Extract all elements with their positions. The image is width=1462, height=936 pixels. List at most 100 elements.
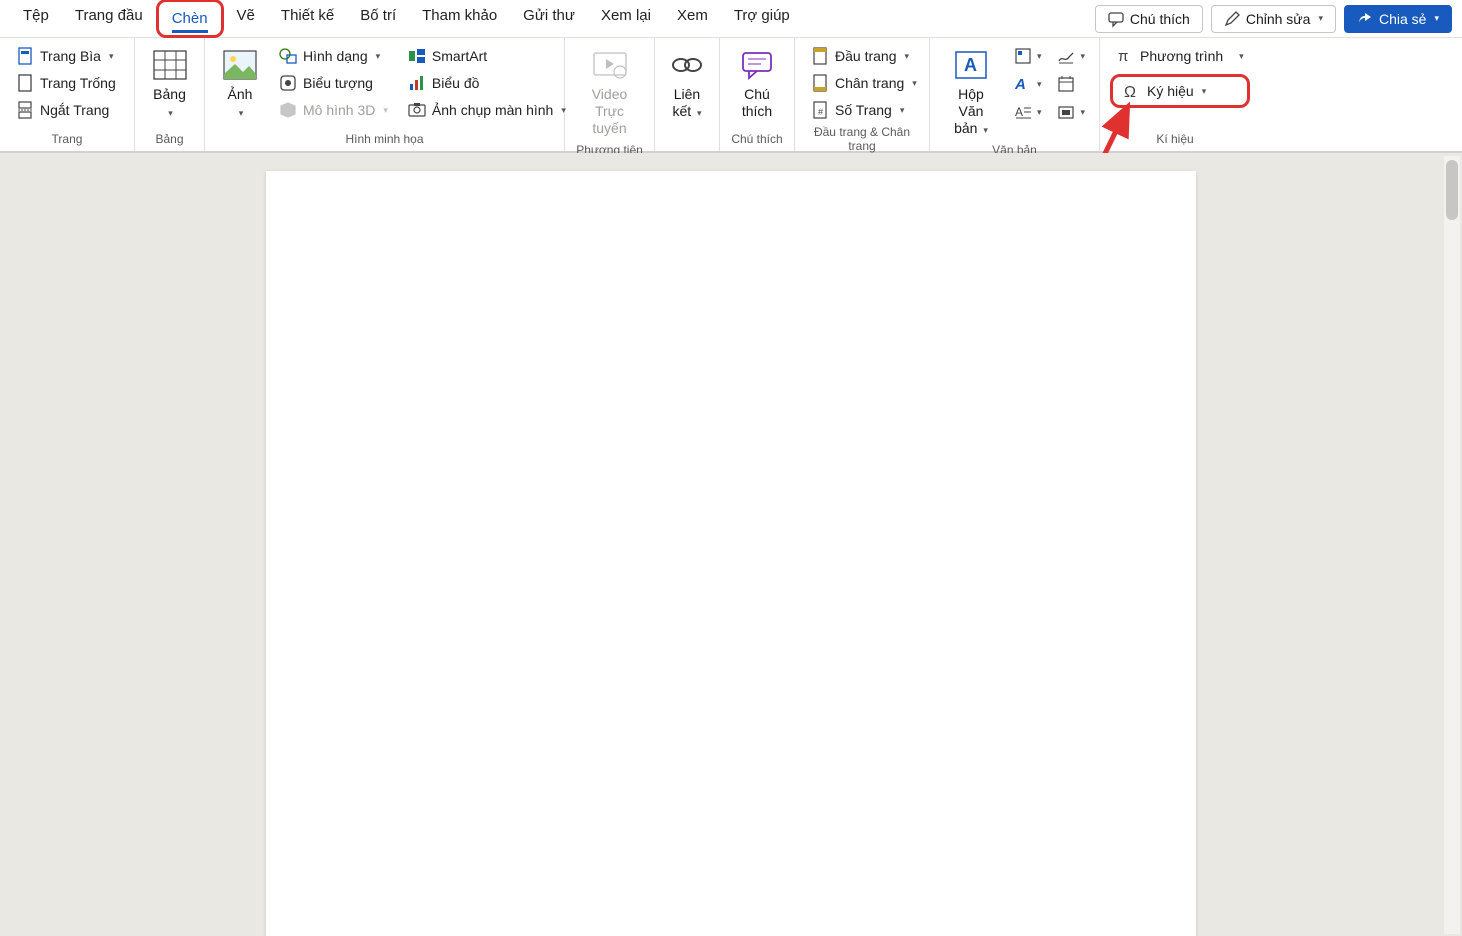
pagenumber-label: Số Trang — [835, 102, 892, 118]
link-sublabel: kết — [672, 103, 691, 119]
symbol-label: Ký hiệu — [1147, 83, 1194, 99]
datetime-button[interactable] — [1053, 72, 1089, 96]
svg-text:A: A — [1014, 76, 1026, 93]
cover-page-button[interactable]: Trang Bìa▾ — [10, 44, 122, 68]
vertical-scrollbar[interactable] — [1444, 156, 1460, 934]
online-video-button[interactable]: VideoTrực tuyến — [575, 44, 644, 140]
svg-text:Ω: Ω — [1124, 84, 1136, 101]
quick-parts-button[interactable]: ▾ — [1010, 44, 1046, 68]
screenshot-button[interactable]: Ảnh chụp màn hình▾ — [402, 98, 572, 122]
symbol-button[interactable]: Ω Ký hiệu▾ — [1110, 74, 1250, 108]
chevron-down-icon: ▾ — [1239, 51, 1244, 62]
comment-button[interactable]: Chúthích — [730, 44, 784, 124]
footer-button[interactable]: Chân trang▾ — [805, 71, 923, 95]
pencil-icon — [1224, 11, 1240, 27]
tab-help[interactable]: Trợ giúp — [721, 0, 803, 38]
smartart-icon — [408, 47, 426, 65]
share-button-label: Chia sẻ — [1379, 11, 1426, 27]
scroll-thumb[interactable] — [1446, 160, 1458, 220]
chevron-down-icon: ▾ — [904, 51, 909, 62]
group-comments: Chúthích Chú thích — [720, 38, 795, 151]
tab-home[interactable]: Trang đầu — [62, 0, 156, 38]
comments-toggle-label: Chú thích — [1130, 11, 1190, 27]
editing-mode-label: Chỉnh sửa — [1246, 11, 1311, 27]
tab-insert[interactable]: Chèn — [156, 0, 224, 38]
chevron-down-icon: ▾ — [900, 105, 905, 116]
svg-text:A: A — [964, 55, 977, 75]
signature-line-button[interactable]: ▾ — [1053, 44, 1089, 68]
chevron-down-icon: ▾ — [376, 51, 381, 62]
group-tables-label: Bảng — [145, 129, 194, 151]
chart-button[interactable]: Biểu đồ — [402, 71, 572, 95]
ribbon-tabs: Tệp Trang đầu Chèn Vẽ Thiết kế Bố trí Th… — [10, 0, 803, 38]
blank-page-icon — [16, 74, 34, 92]
icons-icon — [279, 74, 297, 92]
blank-page-button[interactable]: Trang Trống — [10, 71, 122, 95]
group-pages: Trang Bìa▾ Trang Trống Ngắt Trang Trang — [0, 38, 135, 151]
picture-icon — [223, 50, 257, 80]
textbox-button[interactable]: A Hộp Vănbản ▾ — [940, 44, 1002, 140]
tab-file[interactable]: Tệp — [10, 0, 62, 38]
tab-draw[interactable]: Vẽ — [224, 0, 268, 38]
group-text: A Hộp Vănbản ▾ ▾ A▾ A▾ ▾ ▾ Văn bản — [930, 38, 1100, 151]
page-break-icon — [16, 101, 34, 119]
tab-review[interactable]: Xem lại — [588, 0, 664, 38]
comments-toggle[interactable]: Chú thích — [1095, 5, 1203, 33]
textbox-label: Hộp Văn — [958, 86, 984, 119]
page-break-button[interactable]: Ngắt Trang — [10, 98, 122, 122]
footer-icon — [811, 74, 829, 92]
chevron-down-icon: ▾ — [1318, 13, 1323, 24]
share-button[interactable]: Chia sẻ ▾ — [1344, 5, 1452, 33]
chevron-down-icon: ▾ — [383, 105, 388, 116]
chevron-down-icon: ▾ — [1037, 51, 1042, 62]
group-illustrations-label: Hình minh họa — [215, 129, 554, 151]
pagenumber-button[interactable]: # Số Trang▾ — [805, 98, 923, 122]
chevron-down-icon: ▾ — [1037, 107, 1042, 118]
editing-mode[interactable]: Chỉnh sửa ▾ — [1211, 5, 1336, 33]
wordart-button[interactable]: A▾ — [1010, 72, 1046, 96]
screenshot-icon — [408, 101, 426, 119]
tab-layout[interactable]: Bố trí — [347, 0, 409, 38]
group-media: VideoTrực tuyến Phương tiện — [565, 38, 655, 151]
header-button[interactable]: Đầu trang▾ — [805, 44, 923, 68]
table-button[interactable]: Bảng▾ — [145, 44, 195, 124]
tab-view[interactable]: Xem — [664, 0, 721, 38]
wordart-icon: A — [1014, 75, 1032, 93]
cover-page-icon — [16, 47, 34, 65]
pictures-button[interactable]: Ảnh▾ — [215, 44, 265, 124]
comment-bubble-icon — [741, 51, 773, 79]
object-icon — [1057, 103, 1075, 121]
tab-references[interactable]: Tham khảo — [409, 0, 510, 38]
chevron-down-icon: ▾ — [912, 78, 917, 89]
screenshot-label: Ảnh chụp màn hình — [432, 102, 553, 118]
group-links-label — [665, 129, 709, 151]
object-button[interactable]: ▾ — [1053, 100, 1089, 124]
chevron-down-icon: ▾ — [109, 51, 114, 62]
group-pages-label: Trang — [10, 129, 124, 151]
equation-button[interactable]: π Phương trình ▾ — [1110, 44, 1250, 68]
video-label: Video — [592, 86, 628, 102]
chart-label: Biểu đồ — [432, 75, 479, 91]
symbol-omega-icon: Ω — [1123, 82, 1141, 100]
group-illustrations: Ảnh▾ Hình dạng▾ Biểu tượng Mô hình 3D▾ — [205, 38, 565, 151]
link-button[interactable]: Liênkết ▾ — [662, 44, 712, 124]
chevron-down-icon: ▾ — [1080, 107, 1085, 118]
ribbon: Trang Bìa▾ Trang Trống Ngắt Trang Trang … — [0, 38, 1462, 153]
dropcap-button[interactable]: A▾ — [1010, 100, 1046, 124]
3d-models-button[interactable]: Mô hình 3D▾ — [273, 98, 394, 122]
document-page[interactable] — [266, 171, 1196, 936]
pictures-label: Ảnh — [228, 86, 253, 102]
share-icon — [1357, 11, 1373, 27]
chevron-down-icon: ▾ — [1434, 13, 1439, 24]
tab-design[interactable]: Thiết kế — [268, 0, 347, 38]
group-tables: Bảng▾ Bảng — [135, 38, 205, 151]
svg-text:A: A — [1015, 105, 1023, 119]
comment-label: Chú — [744, 86, 770, 102]
tab-mailings[interactable]: Gửi thư — [510, 0, 588, 38]
smartart-button[interactable]: SmartArt — [402, 44, 572, 68]
equation-label: Phương trình — [1140, 48, 1223, 64]
group-symbols: π Phương trình ▾ Ω Ký hiệu▾ Kí hiệu — [1100, 38, 1250, 151]
header-icon — [811, 47, 829, 65]
shapes-button[interactable]: Hình dạng▾ — [273, 44, 394, 68]
icons-button[interactable]: Biểu tượng — [273, 71, 394, 95]
